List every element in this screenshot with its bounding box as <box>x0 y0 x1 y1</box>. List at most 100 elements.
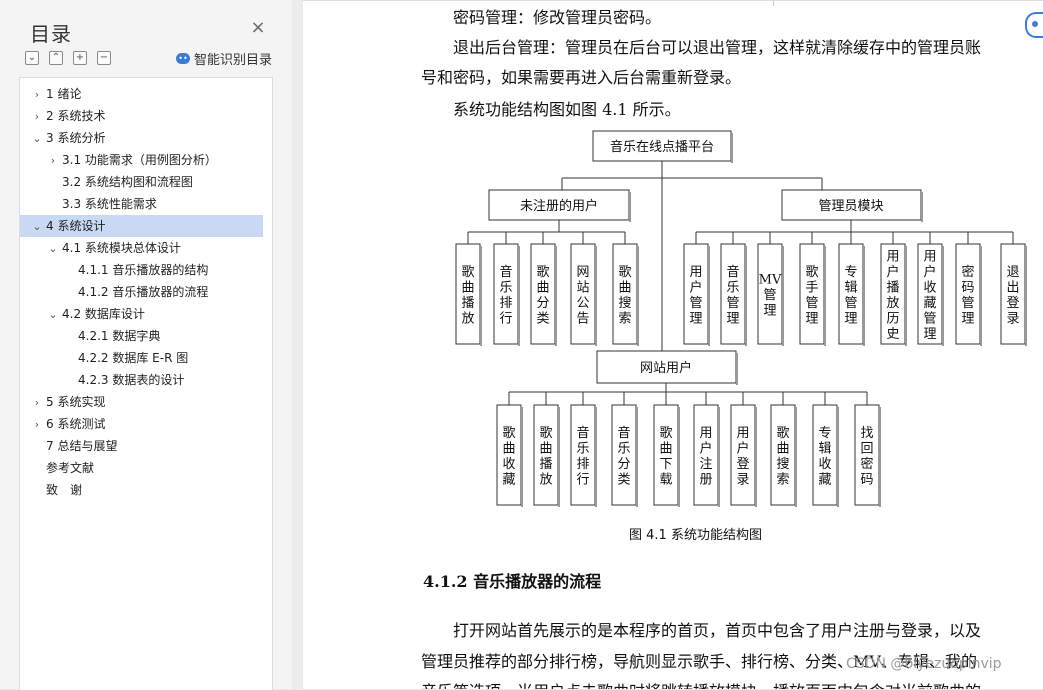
toc-item[interactable]: 参考文献 <box>20 457 260 479</box>
chevron-right-icon[interactable]: › <box>30 392 44 414</box>
box-shadow <box>837 407 839 507</box>
unregistered-node-label: 未注册的用户 <box>520 198 598 214</box>
toc-item[interactable]: 4.1.1 音乐播放器的结构 <box>20 259 260 281</box>
para-line-3: 音乐等选项，当用户点击歌曲时将跳转播放模块，播放页面中包含对当前歌曲的 <box>421 678 981 689</box>
toc-item-label: 5 系统实现 <box>46 395 106 409</box>
toc-item[interactable]: 4.2.1 数据字典 <box>20 325 260 347</box>
admin-leaf-label: 用户管理 <box>689 265 702 327</box>
collapse-all-icon[interactable]: ⌄ <box>25 51 39 65</box>
chevron-down-icon[interactable]: ⌄ <box>46 304 60 326</box>
admin-leaf-label: 密码管理 <box>961 264 974 327</box>
smart-toc-button[interactable]: •• 智能识别目录 <box>176 49 272 68</box>
user-leaf-label: 歌曲搜索 <box>776 426 789 488</box>
expand-up-icon[interactable]: ⌃ <box>49 51 63 65</box>
box-shadow <box>863 246 865 346</box>
box-shadow <box>795 407 797 507</box>
toc-item[interactable]: › 1 绪论 <box>20 83 260 105</box>
toc-item-label: 致 谢 <box>46 483 83 497</box>
user-leaf-label: 找回密码 <box>860 426 873 488</box>
toc-item[interactable]: › 5 系统实现 <box>20 391 260 413</box>
chevron-down-icon[interactable]: ⌄ <box>30 216 44 238</box>
box-shadow <box>518 246 520 346</box>
sidebar-splitter[interactable] <box>292 0 302 689</box>
toc-item-label: 4.2.1 数据字典 <box>78 329 161 343</box>
toc-item-label: 4.2.2 数据库 E-R 图 <box>78 351 189 365</box>
toc-item[interactable]: 7 总结与展望 <box>20 435 260 457</box>
toc-item[interactable]: ⌄ 4.1 系统模块总体设计 <box>20 237 260 259</box>
toc-item-label: 3 系统分析 <box>46 131 106 145</box>
admin-node-label: 管理员模块 <box>818 199 883 214</box>
chevron-right-icon[interactable]: › <box>30 84 44 106</box>
box-shadow <box>595 407 597 507</box>
toc-item-label: 2 系统技术 <box>46 109 106 123</box>
root-node-label: 音乐在线点播平台 <box>610 139 714 155</box>
box-shadow <box>708 246 710 346</box>
toc-item-label: 4.2.3 数据表的设计 <box>78 373 185 387</box>
box-shadow <box>731 133 733 163</box>
box-shadow <box>782 246 784 346</box>
toc-item[interactable]: 4.1.2 音乐播放器的流程 <box>20 281 260 303</box>
remove-heading-icon[interactable]: − <box>97 51 111 65</box>
box-shadow <box>824 246 826 346</box>
toc-item[interactable]: ⌄ 3 系统分析 <box>20 127 260 149</box>
unreg-leaf-label: 歌曲播放 <box>461 265 474 327</box>
toc-item[interactable]: 4.2.3 数据表的设计 <box>20 369 260 391</box>
toc-item-label: 4.1 系统模块总体设计 <box>62 241 181 255</box>
user-leaf-label: 歌曲下载 <box>659 426 672 488</box>
user-leaf-label: 音乐排行 <box>576 425 589 488</box>
admin-leaf-label: 退出登录 <box>1006 265 1019 327</box>
unreg-leaf-label: 音乐排行 <box>499 264 512 327</box>
close-icon[interactable]: × <box>250 19 266 37</box>
admin-leaf-label: 用户播放历史 <box>886 249 899 342</box>
box-shadow <box>745 246 747 346</box>
add-heading-icon[interactable]: + <box>73 51 87 65</box>
box-shadow <box>942 246 944 346</box>
para-line-1: 打开网站首先展示的是本程序的首页，首页中包含了用户注册与登录，以及 <box>453 621 982 640</box>
smart-recognize-icon: •• <box>176 53 190 64</box>
chevron-right-icon[interactable]: › <box>30 106 44 128</box>
box-shadow <box>1025 246 1027 346</box>
smart-toc-label: 智能识别目录 <box>194 53 273 68</box>
toc-item[interactable]: 3.3 系统性能需求 <box>20 193 260 215</box>
box-shadow <box>718 407 720 507</box>
box-shadow <box>905 246 907 346</box>
toc-item[interactable]: 致 谢 <box>20 479 260 501</box>
toc-item[interactable]: 4.2.2 数据库 E-R 图 <box>20 347 260 369</box>
unreg-leaf-label: 歌曲搜索 <box>618 265 631 327</box>
box-shadow <box>678 407 680 507</box>
toc-item[interactable]: ⌄ 4 系统设计 <box>20 215 263 237</box>
toc-sidebar: 目录 × ⌄ ⌃ + − •• 智能识别目录 › 1 绪论 › 2 系统技术 ⌄ 3 系统分析 ›… <box>0 0 293 690</box>
toc-item-label: 3.2 系统结构图和流程图 <box>62 175 193 189</box>
function-structure-diagram: 音乐在线点播平台未注册的用户歌曲播放音乐排行歌曲分类网站公告歌曲搜索管理员模块用… <box>455 130 1027 507</box>
site-user-node-label: 网站用户 <box>640 360 692 376</box>
toc-list: › 1 绪论 › 2 系统技术 ⌄ 3 系统分析 › 3.1 功能需求（用例图分析） 3.2 系… <box>19 77 273 690</box>
box-shadow <box>558 407 560 507</box>
toc-item-label: 4 系统设计 <box>46 219 106 233</box>
box-shadow <box>736 353 738 385</box>
user-leaf-label: 歌曲收藏 <box>502 426 515 488</box>
box-shadow <box>629 192 631 222</box>
toc-item-label: 4.1.2 音乐播放器的流程 <box>78 285 209 299</box>
toc-item-label: 参考文献 <box>46 461 95 475</box>
unreg-leaf-label: 歌曲分类 <box>536 265 549 327</box>
chevron-right-icon[interactable]: › <box>30 414 44 436</box>
chevron-right-icon[interactable]: › <box>46 150 60 172</box>
toc-item[interactable]: 3.2 系统结构图和流程图 <box>20 171 260 193</box>
toc-item-label: 4.2 数据库设计 <box>62 307 145 321</box>
chevron-down-icon[interactable]: ⌄ <box>46 238 60 260</box>
toc-item-label: 3.3 系统性能需求 <box>62 197 157 211</box>
toc-item[interactable]: › 3.1 功能需求（用例图分析） <box>20 149 260 171</box>
user-leaf-label: 用户注册 <box>699 426 712 488</box>
user-leaf-label: 音乐分类 <box>617 425 630 488</box>
toc-item-label: 7 总结与展望 <box>46 439 118 453</box>
box-shadow <box>879 407 881 507</box>
toc-item[interactable]: ⌄ 4.2 数据库设计 <box>20 303 260 325</box>
toc-item-label: 3.1 功能需求（用例图分析） <box>62 153 217 167</box>
chevron-down-icon[interactable]: ⌄ <box>30 128 44 150</box>
box-shadow <box>521 407 523 507</box>
toc-item-label: 1 绪论 <box>46 87 82 101</box>
toc-item[interactable]: › 2 系统技术 <box>20 105 260 127</box>
watermark: CSDN @biyezuopinvip <box>846 656 1002 672</box>
toc-item[interactable]: › 6 系统测试 <box>20 413 260 435</box>
box-shadow <box>980 246 982 346</box>
